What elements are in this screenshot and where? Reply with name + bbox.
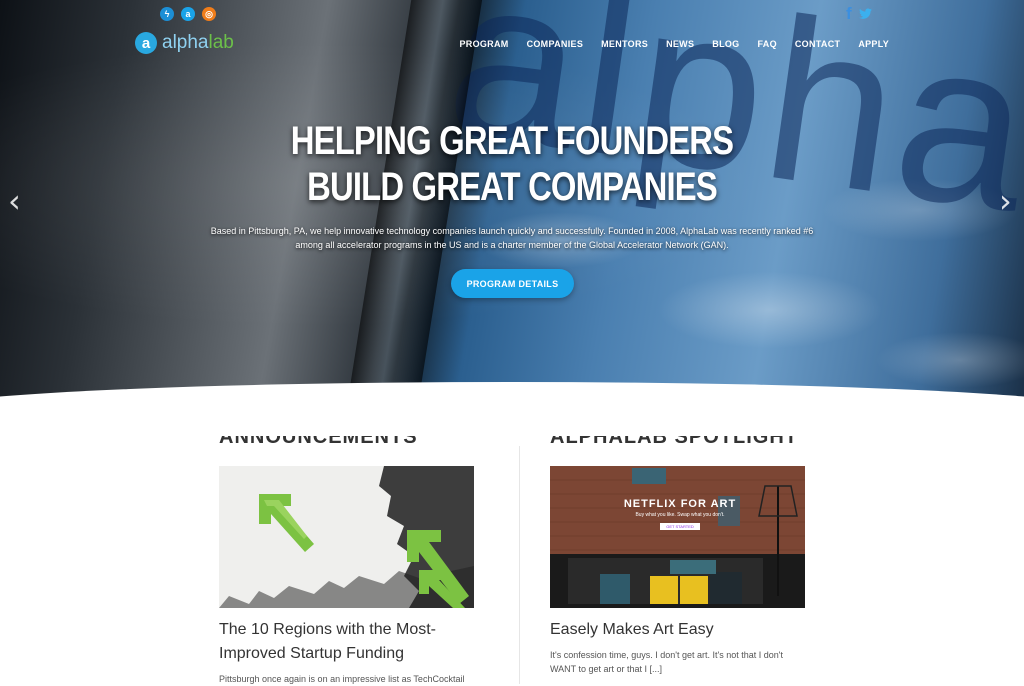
nav-contact[interactable]: CONTACT — [795, 39, 840, 49]
a-circle-icon[interactable]: a — [181, 7, 195, 21]
announcements-heading: ANNOUNCEMENTS — [219, 436, 418, 448]
art-banner-title: NETFLIX FOR ART — [623, 498, 737, 510]
nav-faq[interactable]: FAQ — [757, 39, 776, 49]
hero-headline-line2: BUILD GREAT COMPANIES — [307, 165, 718, 209]
main-nav: PROGRAM COMPANIES MENTORS NEWS BLOG FAQ … — [459, 39, 889, 49]
slider-prev-arrow-icon[interactable]: ‹ — [8, 182, 21, 220]
spotlight-post-title[interactable]: Easely Makes Art Easy — [550, 618, 806, 642]
spotlight-heading: ALPHALAB SPOTLIGHT — [550, 436, 798, 448]
alphalab-logo[interactable]: a alphalab — [135, 32, 234, 54]
art-banner-button: GET STARTED — [660, 523, 700, 530]
social-links: f — [846, 5, 873, 22]
spotlight-column: ALPHALAB SPOTLIGHT NETFLIX FOR ART Buy w… — [550, 436, 806, 676]
logo-mark: a — [135, 32, 157, 54]
bolt-icon[interactable]: ϟ — [160, 7, 174, 21]
hero-description: Based in Pittsburgh, PA, we help innovat… — [210, 226, 814, 250]
orange-ring-icon[interactable]: ◎ — [202, 7, 216, 21]
nav-program[interactable]: PROGRAM — [459, 39, 508, 49]
top-icons: ϟ a ◎ — [160, 7, 216, 21]
facebook-icon[interactable]: f — [846, 5, 852, 22]
room-scene-graphic — [550, 466, 805, 608]
announcement-post-title[interactable]: The 10 Regions with the Most-Improved St… — [219, 618, 475, 666]
nav-apply[interactable]: APPLY — [858, 39, 889, 49]
nav-mentors[interactable]: MENTORS — [601, 39, 648, 49]
announcements-column: ANNOUNCEMENTS The 10 Regions with the Mo… — [219, 436, 475, 686]
spotlight-thumbnail[interactable]: NETFLIX FOR ART Buy what you like. Swap … — [550, 466, 805, 608]
twitter-icon[interactable] — [858, 7, 873, 21]
logo-wordmark: alphalab — [162, 32, 234, 53]
program-details-button[interactable]: PROGRAM DETAILS — [451, 269, 574, 298]
art-banner: NETFLIX FOR ART Buy what you like. Swap … — [620, 498, 740, 530]
spotlight-excerpt: It's confession time, guys. I don't get … — [550, 650, 783, 674]
art-banner-tagline: Buy what you like. Swap what you don't. — [635, 512, 725, 518]
nav-blog[interactable]: BLOG — [712, 39, 739, 49]
column-divider — [519, 446, 520, 684]
hero-headline-line1: HELPING GREAT FOUNDERS — [290, 119, 734, 163]
nav-companies[interactable]: COMPANIES — [527, 39, 584, 49]
green-arrows-graphic — [219, 466, 474, 608]
announcement-thumbnail[interactable] — [219, 466, 474, 608]
slider-next-arrow-icon[interactable]: › — [999, 182, 1012, 220]
nav-news[interactable]: NEWS — [666, 39, 694, 49]
hero-headline: HELPING GREAT FOUNDERS BUILD GREAT COMPA… — [92, 118, 932, 210]
